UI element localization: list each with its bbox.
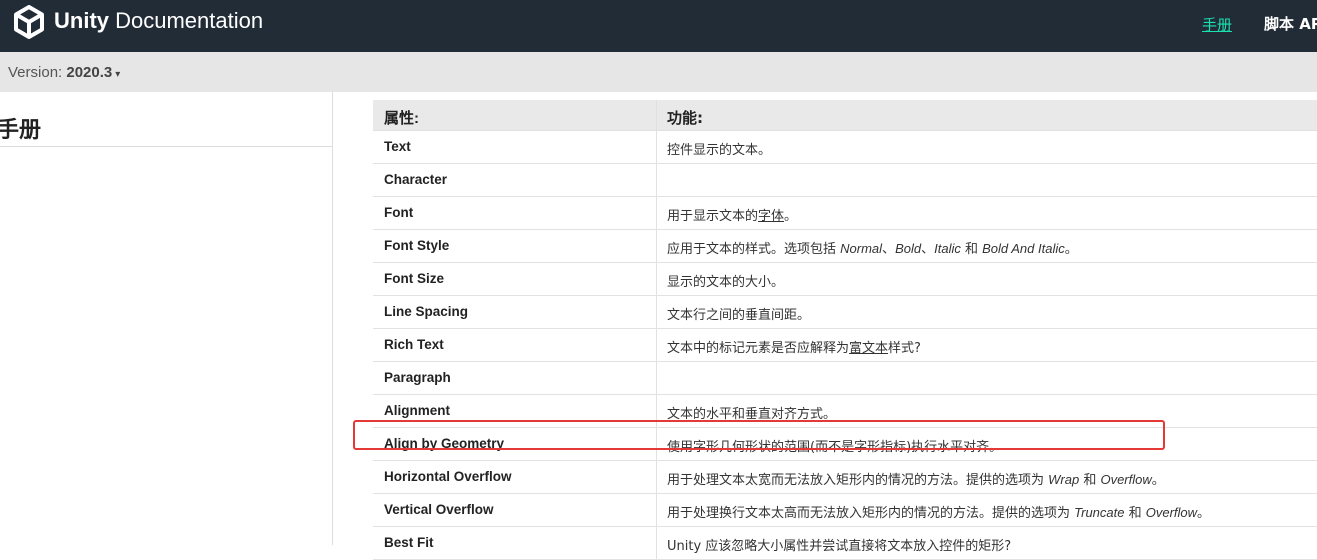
version-selector[interactable]: Version: 2020.3 ▾ xyxy=(8,64,120,81)
description-text: Bold xyxy=(895,241,922,256)
description-text: 。 xyxy=(1197,506,1211,521)
table-row: Font Style 应用于文本的样式。选项包括 Normal、Bold、Ital… xyxy=(373,230,1317,263)
row-property: Character xyxy=(384,172,448,187)
description-text: Unity 应该忽略大小属性并尝试直接将文本放入控件的矩形? xyxy=(667,539,1012,554)
description-text: 显示的文本的大小。 xyxy=(667,275,785,290)
column-divider xyxy=(656,329,657,361)
top-navbar: Unity Documentation 手册 脚本 AP xyxy=(0,0,1317,52)
sidebar-title: 手册 xyxy=(0,118,42,143)
table-header-row: 属性: 功能: xyxy=(373,100,1317,131)
table-row: Best Fit Unity 应该忽略大小属性并尝试直接将文本放入控件的矩形? xyxy=(373,527,1317,560)
row-property: Rich Text xyxy=(384,337,444,352)
row-description: 控件显示的文本。 xyxy=(667,139,771,158)
row-property: Font Size xyxy=(384,271,444,286)
column-divider xyxy=(656,164,657,196)
description-link[interactable]: 富文本 xyxy=(849,341,888,356)
description-text: 样式? xyxy=(888,341,921,356)
header-function: 功能: xyxy=(667,109,703,127)
description-text: 和 xyxy=(960,242,983,257)
row-property: Text xyxy=(384,139,411,154)
site-brand[interactable]: Unity Documentation xyxy=(54,8,263,34)
brand-rest: Documentation xyxy=(109,8,264,33)
row-description: 应用于文本的样式。选项包括 Normal、Bold、Italic 和 Bold … xyxy=(667,238,1078,257)
highlight-annotation-box xyxy=(353,420,1165,450)
row-property: Alignment xyxy=(384,403,450,418)
row-property: Horizontal Overflow xyxy=(384,469,512,484)
row-property: Vertical Overflow xyxy=(384,502,494,517)
column-divider xyxy=(656,461,657,493)
column-divider xyxy=(656,131,657,163)
row-description: 用于处理文本太宽而无法放入矩形内的情况的方法。提供的选项为 Wrap 和 Ove… xyxy=(667,469,1165,488)
row-property: Font Style xyxy=(384,238,450,253)
row-description: 用于显示文本的字体。 xyxy=(667,205,797,224)
description-text: 和 xyxy=(1124,506,1146,521)
description-text: 文本行之间的垂直间距。 xyxy=(667,308,811,323)
description-text: 、 xyxy=(882,242,896,257)
unity-logo-icon[interactable] xyxy=(12,5,46,39)
nav-link-manual[interactable]: 手册 xyxy=(1202,14,1232,35)
column-divider xyxy=(656,494,657,526)
row-description: 用于处理换行文本太高而无法放入矩形内的情况的方法。提供的选项为 Truncate… xyxy=(667,502,1210,521)
description-text: 用于显示文本的 xyxy=(667,209,759,224)
description-text: 控件显示的文本。 xyxy=(667,143,772,158)
row-description: 文本行之间的垂直间距。 xyxy=(667,304,810,323)
column-divider xyxy=(656,230,657,262)
table-row: Paragraph xyxy=(373,362,1317,395)
column-divider xyxy=(656,527,657,559)
table-row: Line Spacing 文本行之间的垂直间距。 xyxy=(373,296,1317,329)
table-row: Font 用于显示文本的字体。 xyxy=(373,197,1317,230)
description-text: 。 xyxy=(1064,242,1078,257)
description-text: Italic xyxy=(934,241,961,256)
version-value: 2020.3 xyxy=(66,64,113,81)
description-text: 应用于文本的样式。选项包括 xyxy=(667,242,841,257)
sidebar-divider xyxy=(0,146,332,147)
table-row: Vertical Overflow 用于处理换行文本太高而无法放入矩形内的情况的方… xyxy=(373,494,1317,527)
description-text: 用于处理文本太宽而无法放入矩形内的情况的方法。提供的选项为 xyxy=(667,473,1049,488)
description-text: Normal xyxy=(840,241,883,256)
description-text: 。 xyxy=(784,209,798,224)
row-description: 文本中的标记元素是否应解释为富文本样式? xyxy=(667,337,921,356)
version-bar: Version: 2020.3 ▾ xyxy=(0,52,1317,92)
table-row: Text 控件显示的文本。 xyxy=(373,131,1317,164)
brand-bold: Unity xyxy=(54,8,109,33)
row-property: Paragraph xyxy=(384,370,451,385)
version-label: Version: xyxy=(8,64,67,81)
description-text: 和 xyxy=(1079,473,1101,488)
description-text: Overflow xyxy=(1100,472,1152,487)
header-property: 属性: xyxy=(384,110,419,127)
description-text: Truncate xyxy=(1074,505,1125,520)
table-row: Font Size 显示的文本的大小。 xyxy=(373,263,1317,296)
caret-down-icon: ▾ xyxy=(115,69,121,80)
description-text: Bold And Italic xyxy=(982,241,1065,256)
description-text: Overflow xyxy=(1145,505,1198,520)
description-text: 。 xyxy=(1151,473,1165,488)
description-text: 用于处理换行文本太高而无法放入矩形内的情况的方法。提供的选项为 xyxy=(667,506,1075,521)
column-divider xyxy=(656,362,657,394)
properties-table: 属性: 功能: Text 控件显示的文本。 Character Font 用于显示文本的… xyxy=(373,100,1317,560)
table-row: Rich Text 文本中的标记元素是否应解释为富文本样式? xyxy=(373,329,1317,362)
table-row: Character xyxy=(373,164,1317,197)
row-property: Line Spacing xyxy=(384,304,469,319)
row-property: Font xyxy=(384,205,414,220)
description-text: 文本中的标记元素是否应解释为 xyxy=(667,341,850,356)
nav-link-scripting-api[interactable]: 脚本 AP xyxy=(1264,13,1317,34)
sidebar: 手册 xyxy=(0,92,333,545)
column-divider xyxy=(656,296,657,328)
description-link[interactable]: 字体 xyxy=(758,209,784,224)
table-row: Horizontal Overflow 用于处理文本太宽而无法放入矩形内的情况的方… xyxy=(373,461,1317,494)
column-divider xyxy=(656,197,657,229)
row-description: 显示的文本的大小。 xyxy=(667,271,784,290)
description-text: 、 xyxy=(921,242,935,257)
description-text: Wrap xyxy=(1048,472,1080,487)
row-property: Best Fit xyxy=(384,535,434,550)
column-divider xyxy=(656,263,657,295)
column-divider xyxy=(656,100,657,130)
